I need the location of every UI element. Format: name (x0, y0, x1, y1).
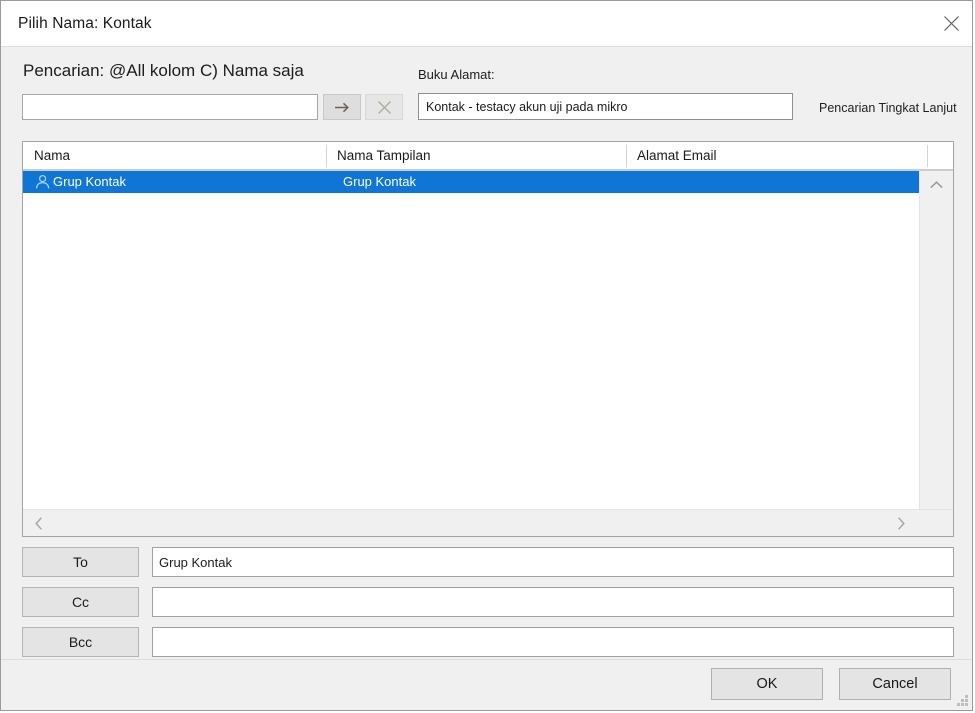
select-names-dialog: Pilih Nama: Kontak Pencarian: @All kolom… (0, 0, 973, 711)
vertical-scrollbar[interactable] (919, 171, 953, 536)
title-bar: Pilih Nama: Kontak (1, 1, 972, 47)
advanced-search-link[interactable]: Pencarian Tingkat Lanjut (819, 101, 957, 115)
scroll-right-button[interactable] (887, 510, 915, 536)
close-icon (943, 16, 959, 31)
chevron-right-icon (898, 516, 905, 530)
chevron-left-icon (35, 516, 42, 530)
search-input[interactable] (22, 94, 318, 120)
contacts-grid: Nama Nama Tampilan Alamat Email Grup Kon… (22, 141, 954, 537)
column-header-alamat-email[interactable]: Alamat Email (626, 142, 927, 169)
search-clear-button[interactable] (365, 94, 403, 120)
grid-body: Grup Kontak Grup Kontak (23, 171, 953, 536)
scroll-up-button[interactable] (920, 173, 953, 197)
cc-button[interactable]: Cc (22, 587, 139, 617)
grid-header-row: Nama Nama Tampilan Alamat Email (23, 142, 953, 171)
contact-person-icon (35, 174, 50, 189)
cc-field[interactable] (152, 587, 954, 617)
address-book-select[interactable] (418, 93, 793, 120)
column-header-extra[interactable] (927, 142, 953, 169)
bcc-field[interactable] (152, 627, 954, 657)
table-row[interactable]: Grup Kontak Grup Kontak (23, 171, 919, 193)
column-header-nama-tampilan[interactable]: Nama Tampilan (326, 142, 626, 169)
page-title: Pilih Nama: Kontak (18, 15, 152, 32)
scroll-left-button[interactable] (25, 510, 53, 536)
ok-button[interactable]: OK (711, 668, 823, 700)
search-options-label: Pencarian: @All kolom C) Nama saja (23, 61, 304, 80)
horizontal-scrollbar[interactable] (23, 509, 953, 536)
to-button[interactable]: To (22, 547, 139, 577)
cell-nama-tampilan: Grup Kontak (343, 174, 416, 189)
footer-divider (1, 659, 972, 660)
bcc-button[interactable]: Bcc (22, 627, 139, 657)
to-field[interactable] (152, 547, 954, 577)
column-header-nama[interactable]: Nama (23, 142, 326, 169)
search-go-button[interactable] (323, 94, 361, 120)
resize-grip-icon[interactable] (956, 694, 969, 707)
close-button[interactable] (928, 1, 972, 46)
cell-nama: Grup Kontak (53, 174, 126, 189)
arrow-right-icon (334, 102, 349, 112)
cancel-button[interactable]: Cancel (839, 668, 951, 700)
chevron-up-icon (930, 181, 943, 189)
close-x-icon (377, 100, 391, 114)
address-book-label: Buku Alamat: (418, 67, 495, 82)
